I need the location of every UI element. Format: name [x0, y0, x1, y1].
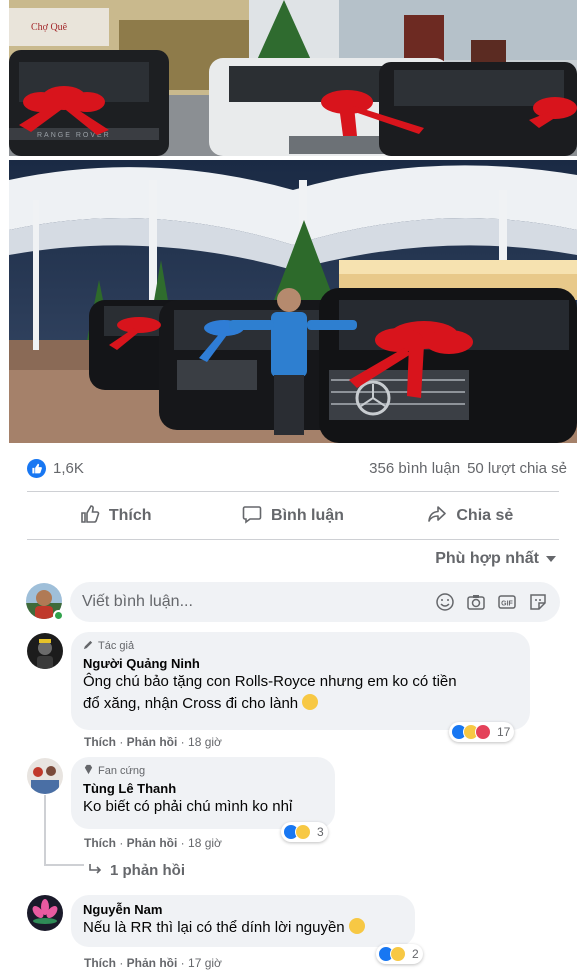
commenter-avatar[interactable]	[27, 633, 63, 669]
comment-sort-dropdown[interactable]: Phù hợp nhất	[435, 550, 557, 568]
like-button[interactable]: Thích	[27, 497, 204, 535]
comment-reactions[interactable]: 17	[449, 722, 515, 742]
comment-composer: Viết bình luận... GIF	[26, 582, 560, 622]
commenter-avatar[interactable]	[27, 895, 63, 931]
comment-text-line: đổ xăng, nhận Cross đi cho lành	[83, 695, 299, 712]
author-badge-label: Tác giả	[98, 640, 135, 652]
sort-label: Phù hợp nhất	[435, 550, 539, 567]
diamond-icon	[83, 764, 94, 778]
comment-author[interactable]: Người Quảng Ninh	[83, 656, 518, 671]
comment-bubble: Tác giả Người Quảng Ninh Ông chú bảo tặn…	[71, 632, 530, 730]
comment-time[interactable]: 17 giờ	[188, 956, 222, 970]
share-button[interactable]: Chia sẻ	[382, 497, 559, 535]
comment-reactions[interactable]: 2	[376, 944, 423, 964]
thumbs-up-icon	[80, 504, 100, 529]
post-photo-range-rovers[interactable]: Chợ Quê RANGE ROVER	[9, 0, 577, 156]
comment-like-link[interactable]: Thích	[84, 956, 116, 970]
replies-count-label: 1 phản hồi	[110, 862, 185, 879]
post-photo-mercedes-gls[interactable]	[9, 160, 577, 443]
fan-badge: Fan cứng	[83, 764, 323, 778]
caret-down-icon	[545, 550, 557, 568]
sticker-icon[interactable]	[528, 592, 548, 612]
comment-input-placeholder: Viết bình luận...	[82, 593, 193, 610]
author-badge: Tác giả	[83, 639, 518, 653]
comment-reply-link[interactable]: Phản hồi	[127, 735, 178, 749]
comment-meta: Thích · Phản hồi · 18 giờ	[84, 836, 222, 850]
camera-icon[interactable]	[466, 592, 486, 612]
share-arrow-icon	[427, 504, 447, 529]
comment-button[interactable]: Bình luận	[204, 497, 381, 535]
comment-reply-link[interactable]: Phản hồi	[127, 956, 178, 970]
comment-meta: Thích · Phản hồi · 17 giờ	[84, 956, 222, 970]
comment-reaction-count: 3	[317, 825, 324, 839]
fan-badge-label: Fan cứng	[98, 765, 146, 777]
comment-time[interactable]: 18 giờ	[188, 836, 222, 850]
thread-line	[44, 795, 46, 865]
comment-like-link[interactable]: Thích	[84, 735, 116, 749]
comment-text-line: Nếu là RR thì lại có thể dính lời nguyền	[83, 919, 345, 936]
thread-line	[44, 864, 84, 866]
commenter-avatar[interactable]	[27, 758, 63, 794]
shop-sign-text: Chợ Quê	[31, 22, 68, 33]
comment-reactions[interactable]: 3	[281, 822, 328, 842]
divider	[27, 539, 559, 540]
comment-bubble: Nguyễn Nam Nếu là RR thì lại có thể dính…	[71, 895, 415, 947]
online-status-dot	[53, 610, 64, 621]
post-reactions-summary: 1,6K 356 bình luận 50 lượt chia sẻ	[27, 455, 567, 481]
like-button-label: Thích	[108, 507, 152, 524]
comment-meta: Thích · Phản hồi · 18 giờ	[84, 735, 222, 749]
comment-author[interactable]: Nguyễn Nam	[83, 902, 403, 917]
like-reaction-icon[interactable]	[27, 458, 46, 478]
share-button-label: Chia sẻ	[456, 507, 514, 524]
pencil-icon	[83, 639, 94, 653]
comment-text-line: Ko biết có phải chú mình ko nhỉ	[83, 798, 293, 815]
comment-like-link[interactable]: Thích	[84, 836, 116, 850]
comment-reaction-count: 2	[412, 947, 419, 961]
comment-reaction-count: 17	[497, 725, 511, 739]
post-action-bar: Thích Bình luận Chia sẻ	[27, 497, 559, 535]
comments-count[interactable]: 356 bình luận	[369, 460, 460, 477]
comment-text-line: Ông chú bảo tặng con Rolls-Royce nhưng e…	[83, 673, 457, 690]
love-icon	[475, 724, 491, 740]
grinning-emoji-icon	[302, 694, 319, 710]
view-replies-link[interactable]: 1 phản hồi	[88, 862, 185, 879]
comment-author[interactable]: Tùng Lê Thanh	[83, 781, 323, 796]
comment-time[interactable]: 18 giờ	[188, 735, 222, 749]
comment-input[interactable]: Viết bình luận... GIF	[70, 582, 560, 622]
speech-bubble-icon	[242, 504, 262, 529]
reply-arrow-icon	[88, 862, 102, 879]
laughing-emoji-icon	[348, 918, 365, 934]
haha-icon	[295, 824, 311, 840]
haha-icon	[390, 946, 406, 962]
comment-bubble: Fan cứng Tùng Lê Thanh Ko biết có phải c…	[71, 757, 335, 829]
gif-icon[interactable]: GIF	[497, 592, 517, 612]
emoji-icon[interactable]	[435, 592, 455, 612]
shares-count[interactable]: 50 lượt chia sẻ	[467, 460, 567, 477]
reactions-count[interactable]: 1,6K	[53, 460, 84, 477]
comment-button-label: Bình luận	[271, 507, 344, 524]
divider	[27, 491, 559, 492]
comment-reply-link[interactable]: Phản hồi	[127, 836, 178, 850]
svg-text:GIF: GIF	[501, 601, 513, 608]
